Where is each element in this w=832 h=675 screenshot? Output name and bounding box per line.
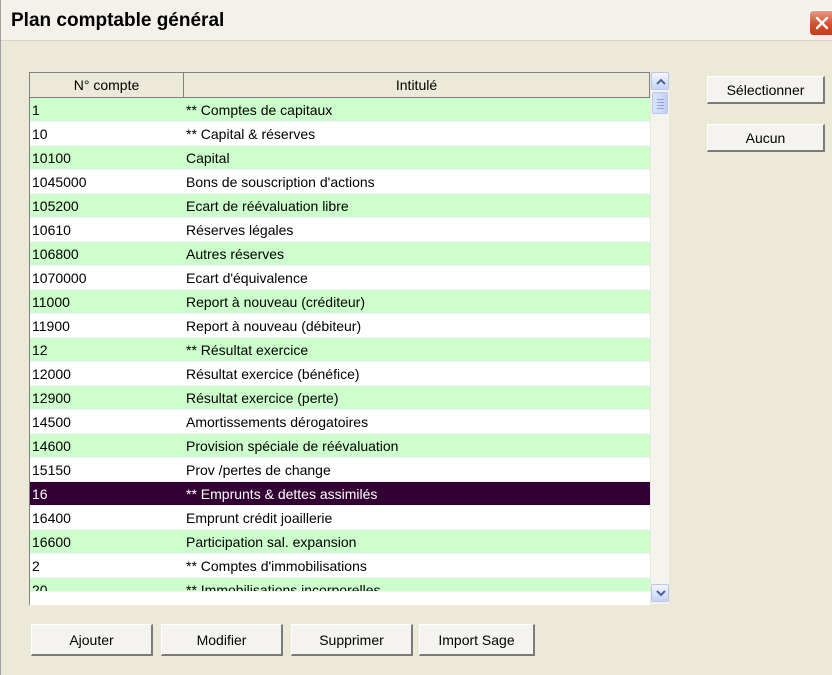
chevron-down-icon [656,590,666,597]
account-number-cell: 12000 [32,366,71,382]
list-header: N° compte Intitulé [30,73,650,98]
account-label-cell: Autres réserves [186,246,285,262]
table-row[interactable]: 12000 Résultat exercice (bénéfice) [30,362,650,386]
account-label-cell: Amortissements dérogatoires [186,414,369,430]
table-row[interactable]: 10610 Réserves légales [30,218,650,242]
account-label-cell: Résultat exercice (perte) [186,390,339,406]
account-number-cell: 11000 [32,294,70,310]
table-row[interactable]: 16400 Emprunt crédit joaillerie [30,506,650,530]
chevron-up-icon [656,78,666,85]
account-label-cell: Report à nouveau (débiteur) [186,318,362,334]
add-button[interactable]: Ajouter [31,624,153,656]
account-label-cell: ** Immobilisations incorporelles [186,582,381,592]
table-row[interactable]: 1 ** Comptes de capitaux [30,98,650,122]
account-number-cell: 12900 [32,390,71,406]
account-label-cell: ** Capital & réserves [186,126,316,142]
account-number-cell: 11900 [32,318,70,334]
table-row[interactable]: 11000 Report à nouveau (créditeur) [30,290,650,314]
title-bar[interactable]: Plan comptable général [1,0,832,41]
edit-button[interactable]: Modifier [161,624,283,656]
account-label-cell: ** Comptes d'immobilisations [186,558,367,574]
account-label-cell: Bons de souscription d'actions [186,174,375,190]
table-row[interactable]: 20 ** Immobilisations incorporelles [30,578,650,592]
table-row[interactable]: 12900 Résultat exercice (perte) [30,386,650,410]
account-number-cell: 105200 [32,198,79,214]
account-number-cell: 14600 [32,438,71,454]
account-label-cell: Capital [186,150,230,166]
dialog-window: Plan comptable général N° compte Intitul… [0,0,832,675]
account-label-cell: Participation sal. expansion [186,534,357,550]
account-label-cell: Prov /pertes de change [186,462,331,478]
account-label-cell: ** Emprunts & dettes assimilés [186,486,378,502]
accounts-list[interactable]: N° compte Intitulé 1 ** Comptes de capita… [29,72,650,605]
account-number-cell: 12 [32,342,48,358]
close-icon [815,16,829,30]
account-label-cell: Emprunt crédit joaillerie [186,510,333,526]
account-number-cell: 15150 [32,462,71,478]
account-number-cell: 10100 [32,150,71,166]
account-label-cell: Ecart d'équivalence [186,270,308,286]
table-row[interactable]: 105200 Ecart de réévaluation libre [30,194,650,218]
table-row[interactable]: 16600 Participation sal. expansion [30,530,650,554]
account-number-cell: 14500 [32,414,71,430]
import-sage-button[interactable]: Import Sage [419,624,535,656]
table-row[interactable]: 14600 Provision spéciale de réévaluation [30,434,650,458]
account-number-cell: 16400 [32,510,71,526]
account-label-cell: Provision spéciale de réévaluation [186,438,399,454]
scroll-up-button[interactable] [651,72,669,90]
table-row[interactable]: 10 ** Capital & réserves [30,122,650,146]
table-row[interactable]: 1070000 Ecart d'équivalence [30,266,650,290]
account-label-cell: Réserves légales [186,222,294,238]
select-button[interactable]: Sélectionner [707,76,825,104]
none-button[interactable]: Aucun [707,124,825,152]
account-number-cell: 2 [32,558,40,574]
account-number-cell: 10610 [32,222,71,238]
account-number-cell: 1070000 [32,270,87,286]
table-row[interactable]: 10100 Capital [30,146,650,170]
account-label-cell: ** Résultat exercice [186,342,309,358]
column-header-label[interactable]: Intitulé [184,73,650,97]
account-number-cell: 106800 [32,246,79,262]
account-number-cell: 16600 [32,534,71,550]
table-row[interactable]: 1045000 Bons de souscription d'actions [30,170,650,194]
close-button[interactable] [809,10,832,36]
account-number-cell: 1045000 [32,174,87,190]
table-row[interactable]: 11900 Report à nouveau (débiteur) [30,314,650,338]
column-header-account-number[interactable]: N° compte [30,73,184,97]
account-number-cell: 1 [32,102,40,118]
table-row[interactable]: 12 ** Résultat exercice [30,338,650,362]
account-label-cell: ** Comptes de capitaux [186,102,333,118]
vertical-scrollbar[interactable] [651,72,669,604]
scroll-down-button[interactable] [651,584,669,602]
table-row[interactable]: 106800 Autres réserves [30,242,650,266]
account-label-cell: Résultat exercice (bénéfice) [186,366,360,382]
table-row[interactable]: 15150 Prov /pertes de change [30,458,650,482]
account-number-cell: 16 [32,486,48,502]
window-title: Plan comptable général [11,10,225,31]
scroll-thumb[interactable] [652,92,668,114]
account-label-cell: Report à nouveau (créditeur) [186,294,365,310]
delete-button[interactable]: Supprimer [291,624,413,656]
account-number-cell: 10 [32,126,48,142]
table-row[interactable]: 2 ** Comptes d'immobilisations [30,554,650,578]
table-row[interactable]: 14500 Amortissements dérogatoires [30,410,650,434]
table-row[interactable]: 16 ** Emprunts & dettes assimilés [30,482,650,506]
account-number-cell: 20 [32,582,48,592]
account-label-cell: Ecart de réévaluation libre [186,198,349,214]
